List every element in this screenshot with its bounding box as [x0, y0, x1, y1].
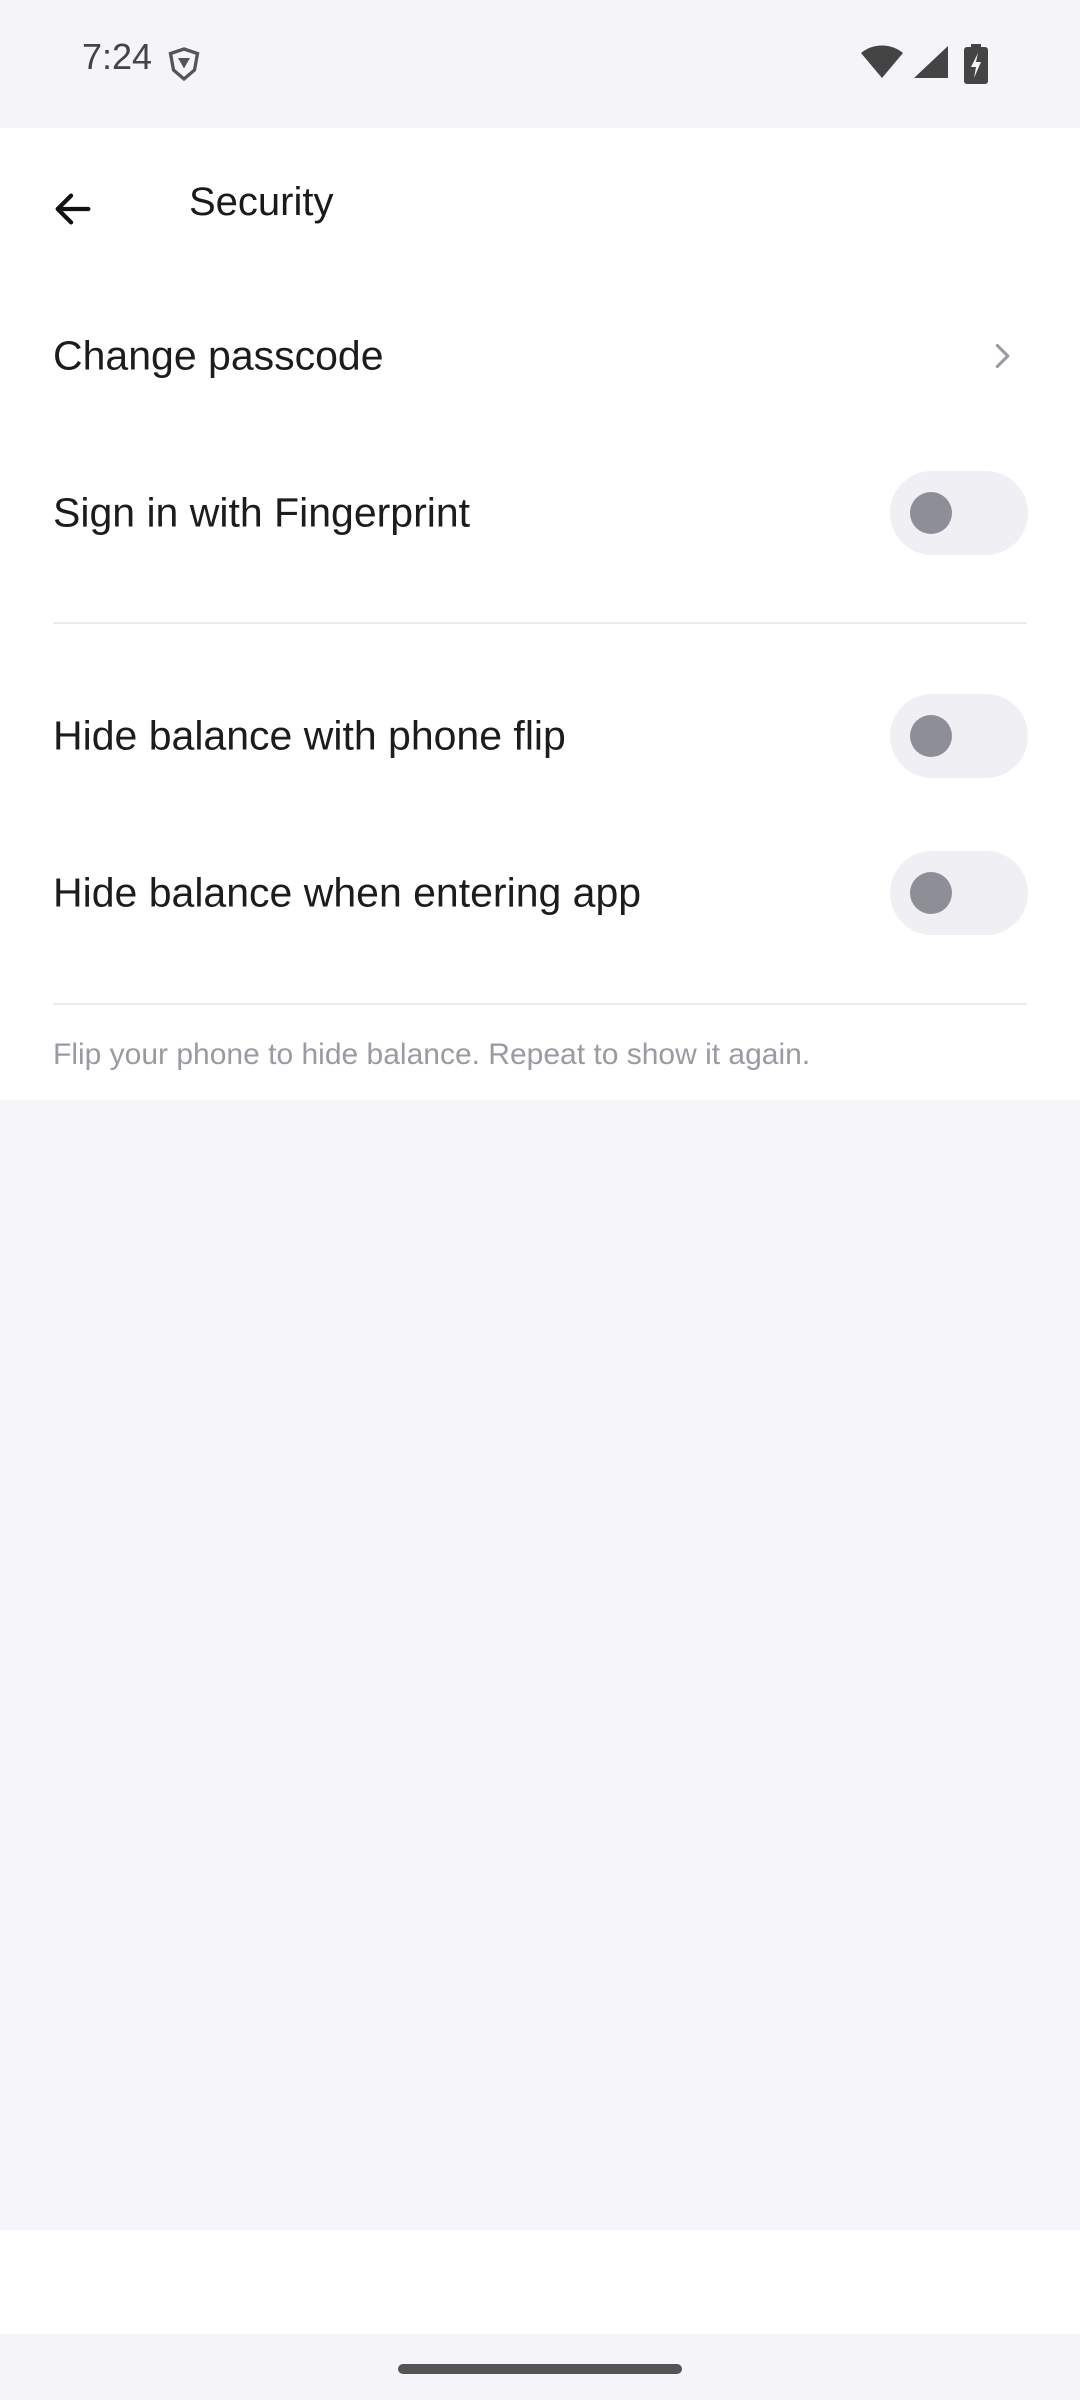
- hide-balance-entering-label: Hide balance when entering app: [53, 869, 642, 916]
- hide-balance-flip-toggle[interactable]: [890, 694, 1028, 778]
- bottom-bar: [0, 2230, 1080, 2334]
- app-bar: Security: [0, 128, 1080, 276]
- change-passcode-row[interactable]: Change passcode: [0, 286, 1080, 426]
- hide-balance-flip-label: Hide balance with phone flip: [53, 712, 566, 759]
- page-title: Security: [189, 180, 334, 224]
- cell-signal-icon: [912, 44, 950, 80]
- section-divider: [53, 1003, 1027, 1005]
- fingerprint-signin-row: Sign in with Fingerprint: [0, 443, 1080, 583]
- status-time: 7:24: [82, 36, 153, 77]
- security-settings-panel: Security Change passcode Sign in with Fi…: [0, 128, 1080, 1100]
- hide-balance-entering-toggle[interactable]: [890, 851, 1028, 935]
- battery-charging-icon: [964, 44, 988, 84]
- hide-balance-flip-row: Hide balance with phone flip: [0, 666, 1080, 806]
- fingerprint-signin-toggle[interactable]: [890, 471, 1028, 555]
- navigation-bar: [0, 2334, 1080, 2400]
- arrow-back-icon: [50, 186, 96, 237]
- chevron-right-icon: [988, 342, 1016, 370]
- shield-icon: [166, 46, 202, 82]
- status-icons: [860, 44, 1080, 84]
- home-gesture-handle[interactable]: [398, 2364, 682, 2374]
- section-divider: [53, 622, 1027, 624]
- footnote-text: Flip your phone to hide balance. Repeat …: [53, 1038, 811, 1071]
- wifi-icon: [860, 44, 904, 80]
- fingerprint-signin-label: Sign in with Fingerprint: [53, 489, 471, 536]
- status-bar: 7:24: [0, 0, 1080, 128]
- toggle-knob: [910, 872, 952, 914]
- toggle-knob: [910, 715, 952, 757]
- change-passcode-label: Change passcode: [53, 332, 384, 379]
- toggle-knob: [910, 492, 952, 534]
- hide-balance-entering-row: Hide balance when entering app: [0, 823, 1080, 963]
- back-button[interactable]: [30, 168, 116, 254]
